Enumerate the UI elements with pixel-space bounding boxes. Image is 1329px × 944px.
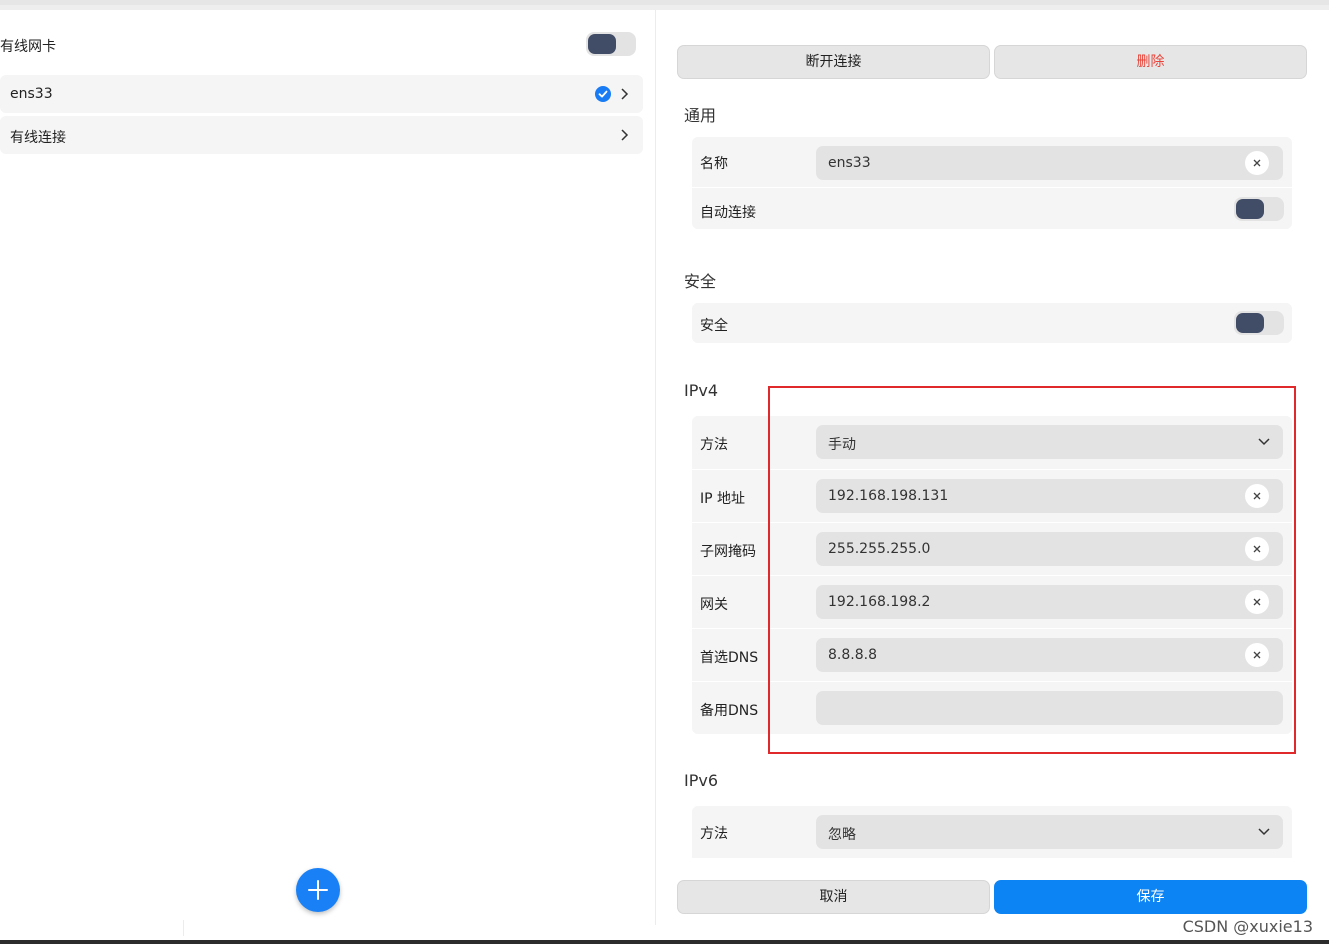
gateway-label: 网关: [700, 597, 728, 613]
panel-title: 有线网卡: [0, 39, 56, 55]
name-label: 名称: [700, 156, 728, 172]
clear-icon[interactable]: [1245, 151, 1269, 175]
chevron-right-icon: [621, 88, 629, 100]
device-item-label: 有线连接: [10, 130, 66, 146]
name-row: 名称 ens33: [692, 137, 1292, 187]
cancel-button[interactable]: 取消: [677, 880, 990, 914]
plus-icon: [308, 880, 328, 900]
chevron-down-icon: [1258, 828, 1270, 836]
name-field[interactable]: ens33: [816, 146, 1283, 180]
footer-separator: [183, 920, 184, 936]
chevron-right-icon: [621, 129, 629, 141]
save-button[interactable]: 保存: [994, 880, 1307, 914]
general-group: 名称 ens33 自动连接: [692, 137, 1292, 229]
ipv6-method-select[interactable]: 忽略: [816, 815, 1283, 849]
highlight-box: [768, 386, 1296, 754]
ipv6-method-value: 忽略: [828, 827, 856, 843]
window-bottom-edge: [0, 940, 1329, 944]
section-title-ipv6: IPv6: [684, 771, 719, 790]
ipv6-method-label: 方法: [700, 826, 728, 842]
security-toggle[interactable]: [1234, 311, 1284, 335]
add-connection-button[interactable]: [296, 868, 340, 912]
check-icon: [595, 86, 611, 102]
delete-button[interactable]: 删除: [994, 45, 1307, 79]
device-panel: 有线网卡 ens33 有线连接: [0, 10, 655, 940]
auto-connect-label: 自动连接: [700, 205, 756, 221]
window-top-bar: [0, 0, 1329, 10]
device-item-label: ens33: [10, 86, 53, 102]
ipv6-group: 方法 忽略: [692, 806, 1292, 858]
ip-address-label: IP 地址: [700, 491, 746, 507]
auto-connect-row: 自动连接: [692, 187, 1292, 229]
section-title-general: 通用: [684, 106, 717, 125]
secondary-dns-label: 备用DNS: [700, 703, 759, 719]
primary-dns-label: 首选DNS: [700, 650, 759, 666]
panel-divider: [655, 10, 656, 925]
section-title-ipv4: IPv4: [684, 381, 719, 400]
security-row: 安全: [692, 303, 1292, 343]
device-item-wired-connection[interactable]: 有线连接: [0, 116, 643, 154]
ipv6-method-row: 方法 忽略: [692, 806, 1292, 858]
ipv4-method-label: 方法: [700, 437, 728, 453]
security-group: 安全: [692, 303, 1292, 343]
device-item-ens33[interactable]: ens33: [0, 75, 643, 113]
watermark: CSDN @xuxie13: [1182, 917, 1313, 936]
wired-card-toggle[interactable]: [586, 32, 636, 56]
disconnect-button[interactable]: 断开连接: [677, 45, 990, 79]
section-title-security: 安全: [684, 272, 717, 291]
security-label: 安全: [700, 318, 728, 334]
subnet-mask-label: 子网掩码: [700, 544, 756, 560]
name-value: ens33: [828, 155, 871, 171]
auto-connect-toggle[interactable]: [1234, 197, 1284, 221]
